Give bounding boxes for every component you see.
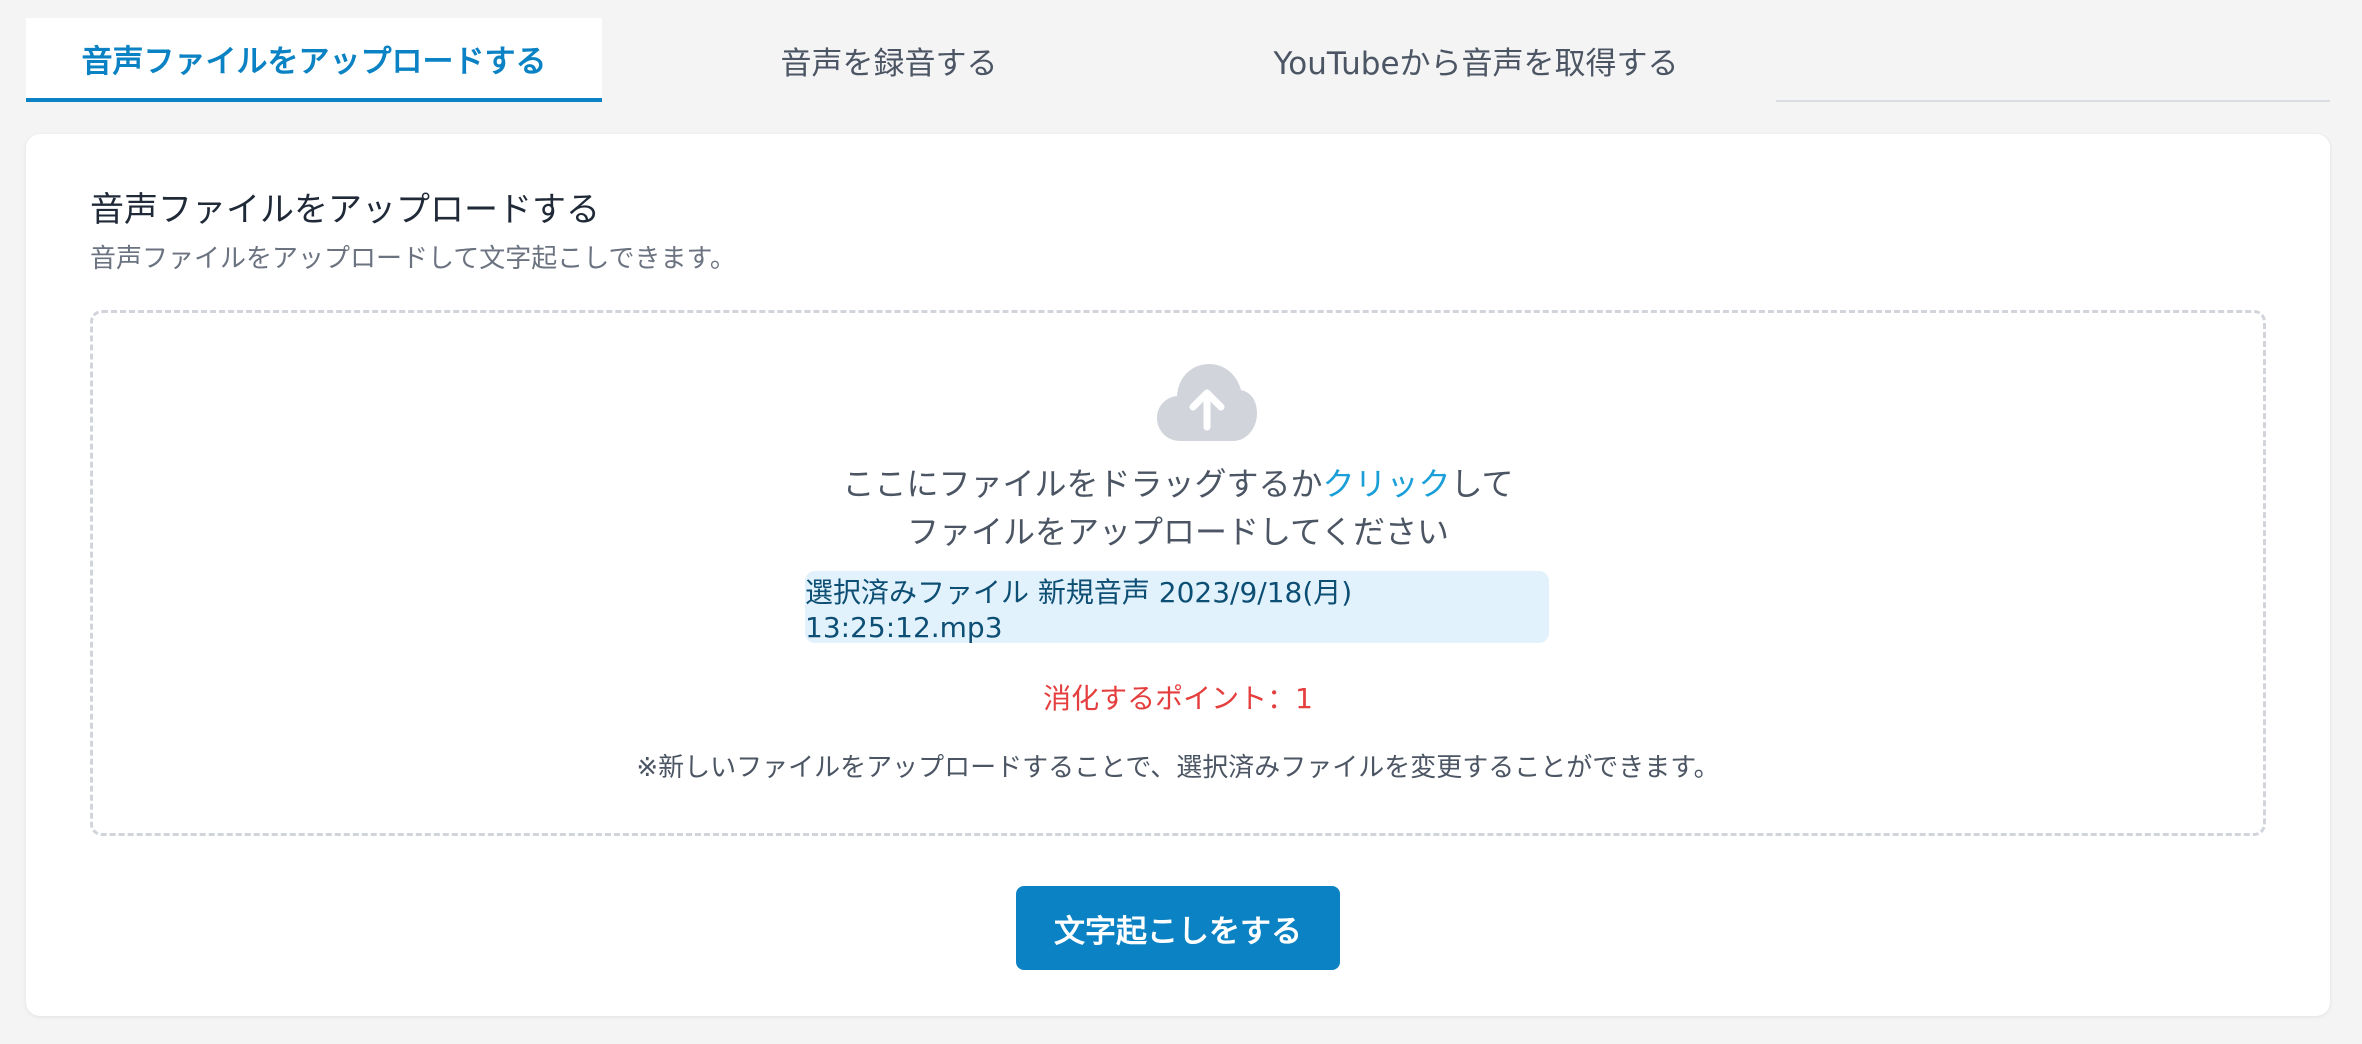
drop-instruction-line2: ファイルをアップロードしてください xyxy=(906,513,1450,551)
transcribe-button[interactable]: 文字起こしをする xyxy=(1016,886,1340,970)
click-upload-link[interactable]: クリック xyxy=(1322,465,1450,503)
tab-upload-file[interactable]: 音声ファイルをアップロードする xyxy=(26,18,602,102)
drop-instruction-line1: ここにファイルをドラッグするかクリックして xyxy=(93,459,2263,505)
drop-instruction-suffix: して xyxy=(1450,465,1514,503)
file-dropzone[interactable]: ここにファイルをドラッグするかクリックして ファイルをアップロードしてください … xyxy=(90,310,2266,836)
selected-file-badge: 選択済みファイル 新規音声 2023/9/18(月) 13:25:12.mp3 xyxy=(805,571,1549,644)
points-cost: 消化するポイント：1 xyxy=(1043,682,1313,715)
change-file-note: ※新しいファイルをアップロードすることで、選択済みファイルを変更することができま… xyxy=(636,753,1720,783)
card-title: 音声ファイルをアップロードする xyxy=(90,190,600,230)
tab-bar: 音声ファイルをアップロードする 音声を録音する YouTubeから音声を取得する xyxy=(26,18,2330,102)
tab-youtube-audio[interactable]: YouTubeから音声を取得する xyxy=(1176,18,1776,102)
upload-card: 音声ファイルをアップロードする 音声ファイルをアップロードして文字起こしできます… xyxy=(26,134,2330,1016)
tab-record-audio[interactable]: 音声を録音する xyxy=(602,18,1176,102)
card-subtitle: 音声ファイルをアップロードして文字起こしできます。 xyxy=(90,244,736,274)
cloud-upload-icon xyxy=(1157,364,1257,441)
drop-instruction-text: ここにファイルをドラッグするか xyxy=(842,465,1323,503)
